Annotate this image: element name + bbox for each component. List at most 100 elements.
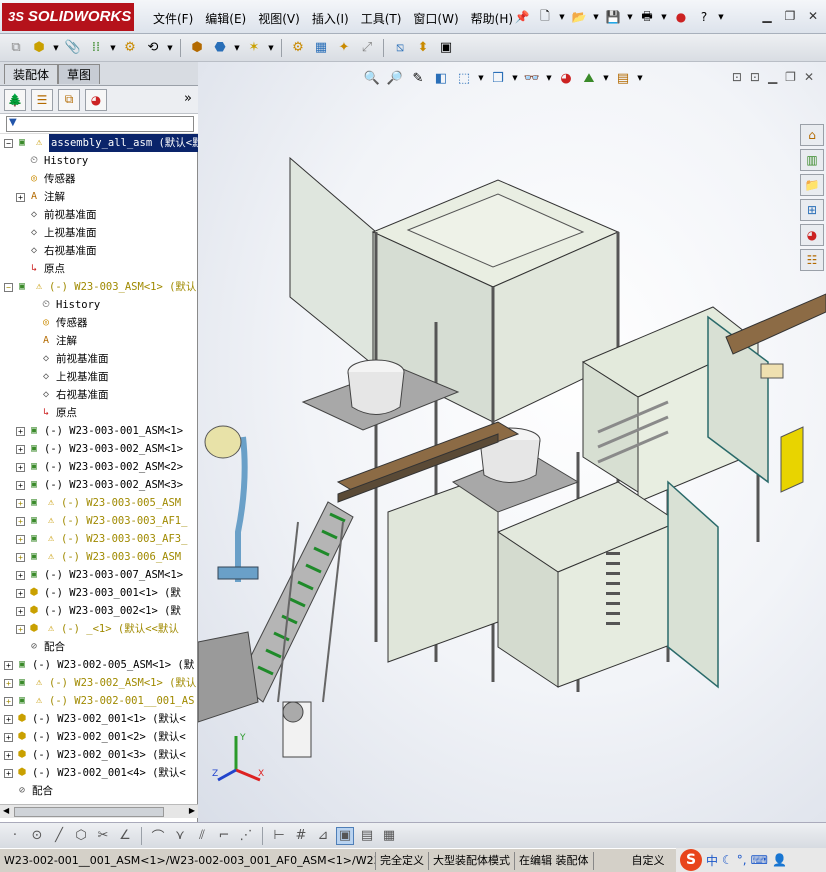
tree-item[interactable]: ◇ 上视基准面 [0, 224, 97, 242]
new-motion-study-icon[interactable]: ⚙ [288, 38, 308, 58]
help-icon[interactable]: ? [694, 7, 714, 27]
expand-icon[interactable]: + [16, 444, 25, 454]
sketch-fillet-icon[interactable]: ⌒ [149, 827, 167, 845]
corner-icon[interactable]: ⌐ [215, 827, 233, 845]
tree-item[interactable]: ◇ 前视基准面 [0, 350, 109, 368]
status-custom[interactable]: 自定义 [594, 852, 669, 870]
scroll-right-icon[interactable]: ▶ [189, 806, 195, 815]
move-dropdown-icon[interactable]: ▼ [166, 44, 174, 52]
reference-geometry-icon[interactable]: ✶ [244, 38, 264, 58]
exploded-view-icon[interactable]: ✦ [334, 38, 354, 58]
moon-icon[interactable]: ☾ [722, 853, 733, 867]
expand-icon[interactable]: + [16, 570, 25, 580]
menu-file[interactable]: 文件(F) [148, 9, 198, 29]
tree-item[interactable]: ⊘ 配合 [0, 638, 65, 656]
collapse-icon[interactable]: − [4, 282, 13, 292]
bill-of-materials-icon[interactable]: ▦ [311, 38, 331, 58]
configuration-manager-icon[interactable]: ⧉ [58, 88, 80, 111]
expand-icon[interactable]: + [4, 750, 13, 760]
expand-icon[interactable]: + [16, 480, 25, 490]
tree-item[interactable]: + A 注解 [0, 188, 65, 206]
tree-item[interactable]: − ▣ ⚠ assembly_all_asm (默认<默认 [0, 134, 198, 152]
expand-icon[interactable]: + [4, 660, 13, 670]
menu-view[interactable]: 视图(V) [253, 9, 305, 29]
tree-item[interactable]: + ⬢ (-) W23-003_002<1> (默 [0, 602, 181, 620]
circle-icon[interactable]: ⊙ [28, 827, 46, 845]
tree-item[interactable]: ◇ 上视基准面 [0, 368, 109, 386]
new-part-icon[interactable]: ⬢ [29, 38, 49, 58]
horizontal-scrollbar[interactable]: ◀ ▶ [0, 804, 198, 818]
move-component-icon[interactable]: ⟲ [143, 38, 163, 58]
tree-item[interactable]: + ⬢ (-) W23-002_001<3> (默认< [0, 746, 186, 764]
insert-component-icon[interactable]: ⧉ [6, 38, 26, 58]
tree-item[interactable]: + ▣ (-) W23-002-005_ASM<1> (默 [0, 656, 194, 674]
save-icon[interactable]: 💾 [603, 7, 623, 27]
tree-item[interactable]: + ▣ ⚠ (-) W23-003-006_ASM [0, 548, 181, 566]
reference-dropdown-icon[interactable]: ▼ [267, 44, 275, 52]
display-manager-icon[interactable]: ◕ [85, 88, 107, 111]
design-library-icon[interactable]: ▥ [800, 149, 824, 171]
tree-item[interactable]: + ▣ ⚠ (-) W23-002_ASM<1> (默认 [0, 674, 196, 692]
print-dropdown-icon[interactable]: ▼ [660, 13, 668, 21]
minimize-icon[interactable]: ▁ [758, 8, 776, 24]
user-icon[interactable]: 👤 [772, 853, 787, 867]
appearances-icon[interactable]: ◕ [800, 224, 824, 246]
save-dropdown-icon[interactable]: ▼ [626, 13, 634, 21]
tree-item[interactable]: ◇ 右视基准面 [0, 386, 109, 404]
clearance-verification-icon[interactable]: ⬍ [413, 38, 433, 58]
tree-item[interactable]: A 注解 [0, 332, 77, 350]
tree-item[interactable]: ↳ 原点 [0, 404, 77, 422]
tree-item[interactable]: + ▣ (-) W23-003-001_ASM<1> [0, 422, 183, 440]
explode-line-sketch-icon[interactable]: ⤢ [357, 38, 377, 58]
property-manager-icon[interactable]: ☰ [31, 88, 53, 111]
open-folder-icon[interactable]: 📂 [569, 7, 589, 27]
tree-item[interactable]: + ⬢ (-) W23-002_001<4> (默认< [0, 764, 186, 782]
mate-icon[interactable]: 📎 [63, 38, 83, 58]
tree-item[interactable]: ◎ 传感器 [0, 314, 88, 332]
new-dropdown-icon[interactable]: ▼ [558, 13, 566, 21]
table-icon[interactable]: ▦ [380, 827, 398, 845]
expand-icon[interactable]: + [4, 768, 13, 778]
menu-insert[interactable]: 插入(I) [307, 9, 354, 29]
menu-edit[interactable]: 编辑(E) [200, 9, 251, 29]
tree-item[interactable]: + ▣ (-) W23-003-002_ASM<3> [0, 476, 183, 494]
feature-manager-tree-icon[interactable]: 🌲 [4, 88, 26, 111]
new-part-dropdown-icon[interactable]: ▼ [52, 44, 60, 52]
filter-input[interactable]: ▼ [6, 116, 194, 132]
solidworks-logo[interactable]: 3S SOLIDWORKS [2, 3, 134, 31]
tree-item[interactable]: + ⬢ ⚠ (-) _<1> (默认<<默认 [0, 620, 179, 638]
restore-icon[interactable]: ❐ [781, 8, 799, 24]
sogou-logo-icon[interactable]: S [680, 849, 702, 871]
expand-icon[interactable]: + [16, 534, 25, 544]
assembly-3d-model[interactable] [198, 62, 826, 822]
tree-item[interactable]: + ▣ ⚠ (-) W23-003-003_AF3_ [0, 530, 187, 548]
expand-icon[interactable]: + [16, 588, 25, 598]
home-icon[interactable]: ⌂ [800, 124, 824, 146]
tree-item[interactable]: ⏲ History [0, 152, 88, 170]
tree-item[interactable]: + ⬢ (-) W23-002_001<1> (默认< [0, 710, 186, 728]
menu-help[interactable]: 帮助(H) [466, 9, 518, 29]
tree-item[interactable]: + ▣ (-) W23-003-002_ASM<2> [0, 458, 183, 476]
rebuild-traffic-light-icon[interactable]: ● [671, 7, 691, 27]
scrollbar-thumb[interactable] [14, 807, 164, 817]
expand-icon[interactable]: + [4, 732, 13, 742]
expand-icon[interactable]: + [16, 516, 25, 526]
tree-item[interactable]: − ▣ ⚠ (-) W23-003_ASM<1> (默认 [0, 278, 196, 296]
features-dropdown-icon[interactable]: ▼ [233, 44, 241, 52]
show-hidden-icon[interactable]: ⬢ [187, 38, 207, 58]
tree-item[interactable]: ⏲ History [0, 296, 100, 314]
tree-item[interactable]: ↳ 原点 [0, 260, 65, 278]
smart-dimension-icon[interactable]: ⊢ [270, 827, 288, 845]
relations-icon[interactable]: ⊿ [314, 827, 332, 845]
trim-icon[interactable]: ✂ [94, 827, 112, 845]
expand-icon[interactable]: + [16, 606, 25, 616]
tree-item[interactable]: + ▣ (-) W23-003-007_ASM<1> [0, 566, 183, 584]
layout-icon[interactable]: ▤ [358, 827, 376, 845]
expand-icon[interactable]: + [16, 498, 25, 508]
shaded-sketch-icon[interactable]: ▣ [336, 826, 354, 845]
assembly-features-icon[interactable]: ⬣ [210, 38, 230, 58]
angle-icon[interactable]: ∠ [116, 827, 134, 845]
file-explorer-icon[interactable]: 📁 [800, 174, 824, 196]
linear-pattern-icon[interactable]: ⁞⁞ [86, 38, 106, 58]
tree-item[interactable]: ◇ 右视基准面 [0, 242, 97, 260]
